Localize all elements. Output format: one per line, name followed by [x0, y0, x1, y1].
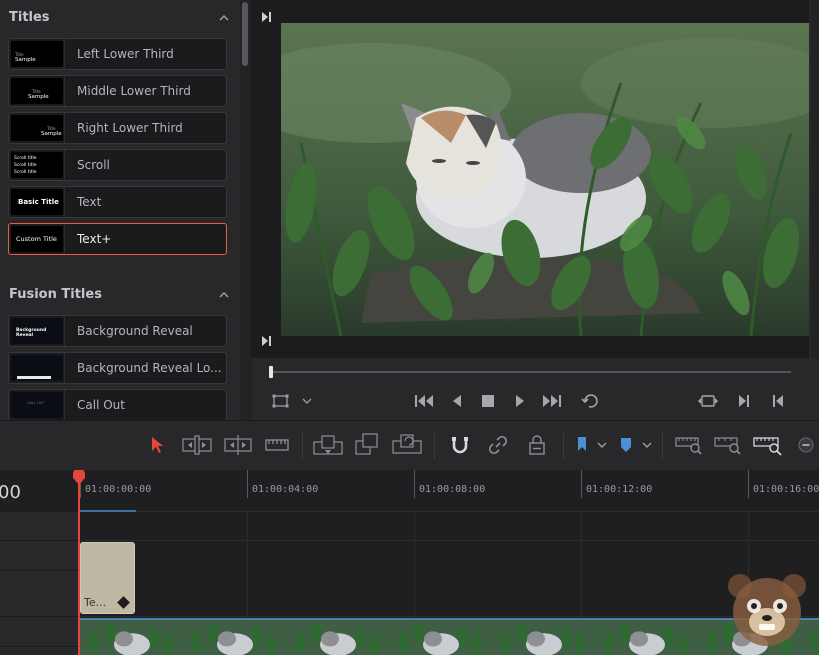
playhead-handle[interactable] — [71, 470, 87, 486]
snapping-icon[interactable] — [450, 435, 470, 455]
title-thumbnail: Scroll title Scroll title Scroll title — [11, 152, 63, 178]
tile-label: Call Out — [77, 398, 125, 412]
dynamic-trim-icon[interactable] — [224, 435, 252, 455]
title-thumbnail: Title Sample — [11, 41, 63, 67]
tile-label: Background Reveal — [77, 324, 193, 338]
skip-to-end-icon[interactable] — [542, 394, 562, 408]
timeline-toolbar — [0, 420, 819, 470]
previous-clip-icon[interactable] — [771, 394, 785, 408]
selection-pointer-icon[interactable] — [150, 436, 164, 454]
flag-icon[interactable] — [576, 436, 588, 454]
next-edit-icon[interactable] — [259, 334, 273, 348]
marker-icon[interactable] — [619, 436, 633, 454]
loop-icon[interactable] — [581, 392, 601, 410]
stop-icon[interactable] — [482, 395, 494, 407]
fusion-titles-section-header[interactable]: Fusion Titles — [0, 282, 240, 308]
clip-thumbnail — [492, 620, 595, 655]
keyframe-icon — [117, 596, 130, 609]
clip-thumbnail — [595, 620, 698, 655]
clip-thumbnail — [80, 620, 183, 655]
title-thumbnail: CALL OUT — [11, 392, 63, 418]
timecode-display: 00 — [0, 482, 21, 503]
tile-label: Right Lower Third — [77, 121, 183, 135]
tile-label: Background Reveal Lo... — [77, 361, 222, 375]
fusion-tile-call-out[interactable]: CALL OUT Call Out — [8, 389, 227, 420]
trim-edit-icon[interactable] — [182, 435, 212, 455]
title-thumbnail: Title Sample — [11, 78, 63, 104]
video-frame — [281, 23, 809, 336]
viewer-playhead[interactable] — [269, 366, 273, 378]
title-tile-right-lower-third[interactable]: Title Sample Right Lower Third — [8, 112, 227, 144]
clip-thumbnail — [183, 620, 286, 655]
section-title: Fusion Titles — [9, 287, 102, 302]
title-thumbnail — [11, 355, 63, 381]
title-thumbnail: Title Sample — [11, 115, 63, 141]
zoom-custom-icon[interactable] — [753, 434, 783, 456]
title-tile-middle-lower-third[interactable]: Title Sample Middle Lower Third — [8, 75, 227, 107]
title-tile-scroll[interactable]: Scroll title Scroll title Scroll title S… — [8, 149, 227, 181]
transform-icon[interactable] — [272, 394, 290, 408]
chevron-up-icon[interactable] — [218, 289, 230, 301]
tile-label: Text+ — [77, 232, 112, 246]
next-edit-icon[interactable] — [259, 10, 273, 24]
section-title: Titles — [9, 10, 50, 25]
viewer-canvas[interactable] — [251, 0, 809, 358]
insert-clip-icon[interactable] — [313, 434, 343, 456]
viewer-scrubber[interactable] — [269, 371, 791, 373]
tile-label: Left Lower Third — [77, 47, 174, 61]
ruler-label: 01:00:12:00 — [586, 484, 653, 495]
timeline[interactable]: 00 01:00:00:00 01:00:04:00 01:00:08:00 0… — [0, 470, 819, 655]
title-thumbnail: Background Reveal — [11, 318, 63, 344]
zoom-full-icon[interactable] — [675, 434, 703, 456]
clip-thumbnail — [286, 620, 389, 655]
skip-to-start-icon[interactable] — [414, 394, 434, 408]
fusion-tile-background-reveal[interactable]: Background Reveal Background Reveal — [8, 315, 227, 347]
titles-section-header[interactable]: Titles — [0, 5, 240, 31]
video-clip[interactable] — [80, 618, 819, 655]
ruler-label: 01:00:04:00 — [252, 484, 319, 495]
chevron-down-icon[interactable] — [597, 441, 607, 449]
track-headers — [0, 512, 78, 655]
clip-thumbnail — [389, 620, 492, 655]
viewer-panel — [251, 0, 819, 420]
zoom-detail-icon[interactable] — [714, 434, 742, 456]
title-thumbnail: Basic Title — [11, 189, 63, 215]
title-tile-text[interactable]: Basic Title Text — [8, 186, 227, 218]
chevron-down-icon[interactable] — [302, 397, 312, 405]
tile-label: Scroll — [77, 158, 110, 172]
bear-mascot-watermark — [728, 574, 806, 646]
linked-selection-icon[interactable] — [488, 435, 508, 455]
play-reverse-icon[interactable] — [451, 394, 463, 408]
ruler-label: 01:00:16:00 — [753, 484, 819, 495]
position-lock-icon[interactable] — [527, 434, 547, 456]
clip-label: Te... — [84, 596, 107, 609]
tile-label: Text — [77, 195, 102, 209]
effects-panel: Titles Title Sample Left Lower Third Tit… — [0, 0, 250, 420]
fusion-tile-background-reveal-lower-third[interactable]: Background Reveal Lo... — [8, 352, 227, 384]
viewer-scrollbar[interactable] — [811, 0, 819, 358]
title-clip[interactable]: Te... — [80, 542, 135, 614]
tile-label: Middle Lower Third — [77, 84, 191, 98]
timeline-playhead[interactable] — [78, 478, 80, 655]
effects-scrollbar-thumb[interactable] — [242, 2, 248, 66]
match-frame-icon[interactable] — [698, 394, 718, 408]
overwrite-clip-icon[interactable] — [355, 432, 379, 456]
ruler-label: 01:00:00:00 — [85, 484, 152, 495]
title-tile-left-lower-third[interactable]: Title Sample Left Lower Third — [8, 38, 227, 70]
chevron-up-icon[interactable] — [218, 12, 230, 24]
title-thumbnail: Custom Title — [11, 226, 63, 252]
next-clip-icon[interactable] — [737, 394, 751, 408]
zoom-out-icon[interactable] — [798, 437, 814, 453]
title-tile-text-plus[interactable]: Custom Title Text+ — [8, 223, 227, 255]
blade-icon[interactable] — [265, 438, 289, 452]
play-icon[interactable] — [514, 394, 526, 408]
ruler-label: 01:00:08:00 — [419, 484, 486, 495]
chevron-down-icon[interactable] — [642, 441, 652, 449]
timeline-ruler[interactable]: 01:00:00:00 01:00:04:00 01:00:08:00 01:0… — [78, 470, 819, 512]
replace-clip-icon[interactable] — [392, 433, 422, 455]
